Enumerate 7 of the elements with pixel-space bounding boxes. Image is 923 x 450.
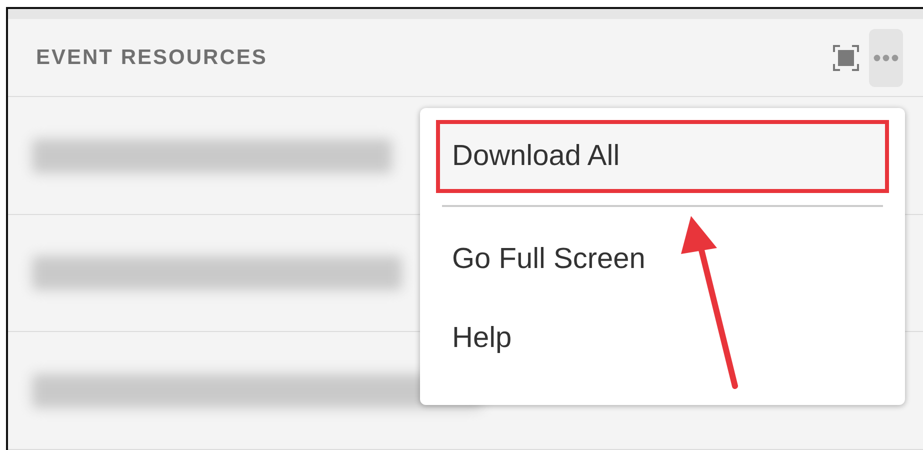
more-icon [873,54,899,62]
more-button[interactable] [869,28,903,87]
panel-title: EVENT RESOURCES [36,46,268,70]
menu-item[interactable]: Go Full Screen [436,223,889,296]
menu-item[interactable]: Help [436,302,889,375]
fullscreen-icon[interactable] [833,44,859,71]
menu-item[interactable]: Download All [436,120,889,193]
